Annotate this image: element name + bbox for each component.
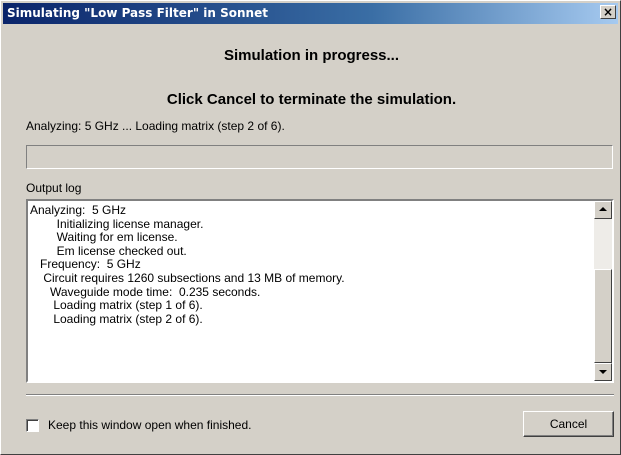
scroll-track[interactable] [594, 219, 612, 363]
log-scrollbar[interactable] [594, 201, 612, 381]
log-line: Loading matrix (step 1 of 6). [30, 298, 203, 313]
log-line: Circuit requires 1260 subsections and 13… [30, 270, 345, 285]
log-line: Loading matrix (step 2 of 6). [30, 311, 203, 326]
output-log-label: Output log [26, 181, 82, 195]
keep-open-checkbox[interactable] [26, 418, 39, 432]
cancel-button[interactable]: Cancel [523, 411, 614, 437]
arrow-up-icon [599, 207, 607, 211]
log-line: Initializing license manager. [30, 216, 204, 231]
scroll-up-button[interactable] [594, 201, 612, 219]
log-line: Analyzing: 5 GHz [30, 203, 127, 217]
simulation-dialog: Simulating "Low Pass Filter" in Sonnet ×… [0, 0, 621, 455]
scroll-thumb[interactable] [594, 269, 612, 363]
output-log-text: Analyzing: 5 GHz Initializing license ma… [30, 203, 592, 326]
divider [26, 394, 614, 396]
window-title: Simulating "Low Pass Filter" in Sonnet [7, 6, 268, 20]
keep-open-label[interactable]: Keep this window open when finished. [48, 418, 251, 432]
log-line: Frequency: 5 GHz [30, 257, 141, 272]
progress-heading: Simulation in progress... [223, 47, 400, 64]
keep-open-option[interactable]: Keep this window open when finished. [26, 417, 251, 433]
arrow-down-icon [599, 370, 607, 374]
output-log[interactable]: Analyzing: 5 GHz Initializing license ma… [26, 199, 614, 383]
title-bar[interactable]: Simulating "Low Pass Filter" in Sonnet × [3, 3, 618, 24]
status-text: Analyzing: 5 GHz ... Loading matrix (ste… [26, 119, 285, 133]
log-line: Waiting for em license. [30, 230, 178, 245]
progress-bar [26, 145, 613, 169]
log-line: Waveguide mode time: 0.235 seconds. [30, 284, 261, 299]
log-line: Em license checked out. [30, 243, 187, 258]
close-icon[interactable]: × [600, 5, 616, 19]
instruction-heading: Click Cancel to terminate the simulation… [166, 91, 457, 108]
scroll-down-button[interactable] [594, 363, 612, 381]
